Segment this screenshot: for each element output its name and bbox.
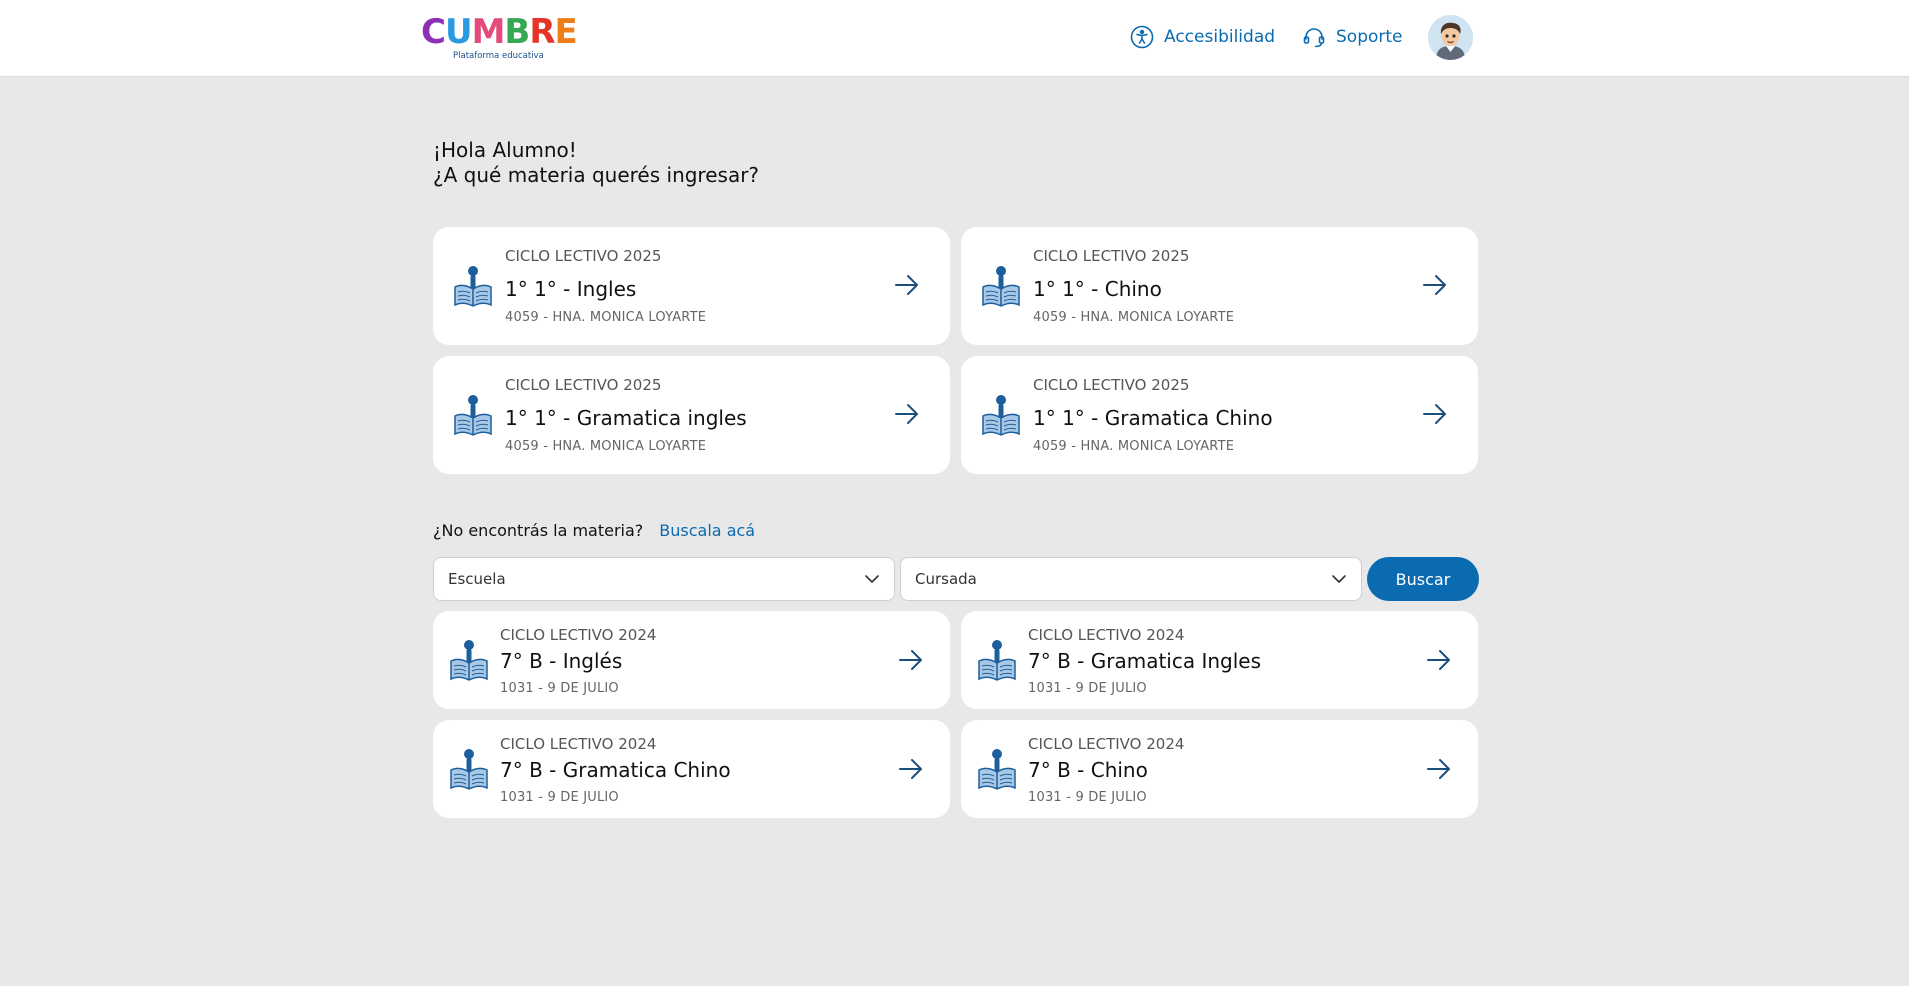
arrow-right-icon — [899, 759, 922, 779]
student-avatar-icon — [1428, 15, 1473, 60]
card-school: 1031 - 9 DE JULIO — [500, 790, 619, 805]
arrow-right-icon — [895, 404, 918, 424]
logo-letter: E — [554, 12, 578, 52]
cumbre-logo[interactable]: C U M B R E Plataforma educativa — [421, 12, 578, 62]
logo-word: C U M B R E — [421, 12, 578, 52]
subject-card[interactable]: CICLO LECTIVO 2024 7° B - Gramatica Chin… — [433, 720, 950, 818]
logo-letter: C — [421, 12, 446, 52]
greeting-line-2: ¿A qué materia querés ingresar? — [433, 163, 760, 187]
card-subject: 1° 1° - Gramatica Chino — [1033, 406, 1273, 430]
book-reader-icon — [454, 266, 492, 307]
greeting-line-1: ¡Hola Alumno! — [433, 138, 577, 162]
accessibility-link[interactable]: Accesibilidad — [1130, 23, 1275, 51]
subject-card[interactable]: CICLO LECTIVO 2025 1° 1° - Chino 4059 - … — [961, 227, 1478, 345]
arrow-right-icon — [1423, 404, 1446, 424]
book-reader-icon — [978, 640, 1016, 681]
search-button[interactable]: Buscar — [1367, 557, 1479, 601]
logo-letter: B — [504, 12, 530, 52]
card-cycle: CICLO LECTIVO 2025 — [505, 376, 662, 394]
arrow-right-icon — [1423, 275, 1446, 295]
card-subject: 1° 1° - Ingles — [505, 277, 637, 301]
chevron-down-icon — [865, 575, 879, 583]
card-subject: 7° B - Chino — [1028, 758, 1148, 782]
search-prompt: ¿No encontrás la materia? Buscala acá — [433, 521, 755, 540]
search-question: ¿No encontrás la materia? — [433, 521, 644, 540]
card-school: 4059 - HNA. MONICA LOYARTE — [505, 310, 707, 325]
card-school: 1031 - 9 DE JULIO — [500, 681, 619, 696]
book-reader-icon — [982, 266, 1020, 307]
logo-letter: M — [471, 12, 506, 52]
card-subject: 7° B - Gramatica Chino — [500, 758, 731, 782]
support-link[interactable]: Soporte — [1302, 23, 1403, 51]
user-avatar[interactable] — [1428, 15, 1473, 60]
course-select[interactable]: Cursada — [900, 557, 1362, 601]
arrow-right-icon — [899, 650, 922, 670]
subject-card[interactable]: CICLO LECTIVO 2024 7° B - Gramatica Ingl… — [961, 611, 1478, 709]
subject-card[interactable]: CICLO LECTIVO 2025 1° 1° - Ingles 4059 -… — [433, 227, 950, 345]
accessibility-icon — [1130, 25, 1154, 49]
subject-card[interactable]: CICLO LECTIVO 2025 1° 1° - Gramatica Chi… — [961, 356, 1478, 474]
course-select-value: Cursada — [915, 570, 977, 588]
accessibility-label: Accesibilidad — [1164, 27, 1276, 47]
card-school: 4059 - HNA. MONICA LOYARTE — [505, 439, 707, 454]
arrow-right-icon — [1427, 759, 1450, 779]
search-link[interactable]: Buscala acá — [659, 521, 755, 540]
book-reader-icon — [450, 640, 488, 681]
chevron-down-icon — [1332, 575, 1346, 583]
school-select[interactable]: Escuela — [433, 557, 895, 601]
card-subject: 1° 1° - Chino — [1033, 277, 1162, 301]
card-subject: 7° B - Inglés — [500, 649, 623, 673]
card-subject: 1° 1° - Gramatica ingles — [505, 406, 747, 430]
card-school: 4059 - HNA. MONICA LOYARTE — [1033, 310, 1235, 325]
support-label: Soporte — [1336, 27, 1403, 47]
top-header: C U M B R E Plataforma educativa Accesib… — [0, 0, 1909, 77]
subject-card[interactable]: CICLO LECTIVO 2024 7° B - Chino 1031 - 9… — [961, 720, 1478, 818]
book-reader-icon — [454, 395, 492, 436]
card-cycle: CICLO LECTIVO 2024 — [500, 735, 657, 753]
greeting: ¡Hola Alumno! ¿A qué materia querés ingr… — [433, 138, 759, 188]
card-cycle: CICLO LECTIVO 2024 — [1028, 735, 1185, 753]
arrow-right-icon — [1427, 650, 1450, 670]
logo-letter: R — [529, 12, 555, 52]
book-reader-icon — [978, 749, 1016, 790]
book-reader-icon — [982, 395, 1020, 436]
card-cycle: CICLO LECTIVO 2025 — [1033, 376, 1190, 394]
card-school: 4059 - HNA. MONICA LOYARTE — [1033, 439, 1235, 454]
subject-card[interactable]: CICLO LECTIVO 2024 7° B - Inglés 1031 - … — [433, 611, 950, 709]
school-select-value: Escuela — [448, 570, 506, 588]
subject-card[interactable]: CICLO LECTIVO 2025 1° 1° - Gramatica ing… — [433, 356, 950, 474]
card-cycle: CICLO LECTIVO 2025 — [505, 247, 662, 265]
card-cycle: CICLO LECTIVO 2025 — [1033, 247, 1190, 265]
book-reader-icon — [450, 749, 488, 790]
headset-icon — [1303, 28, 1325, 48]
card-school: 1031 - 9 DE JULIO — [1028, 681, 1147, 696]
logo-tagline: Plataforma educativa — [453, 51, 544, 61]
card-subject: 7° B - Gramatica Ingles — [1028, 649, 1262, 673]
arrow-right-icon — [895, 275, 918, 295]
card-cycle: CICLO LECTIVO 2024 — [1028, 626, 1185, 644]
logo-letter: U — [444, 12, 473, 52]
card-school: 1031 - 9 DE JULIO — [1028, 790, 1147, 805]
card-cycle: CICLO LECTIVO 2024 — [500, 626, 657, 644]
